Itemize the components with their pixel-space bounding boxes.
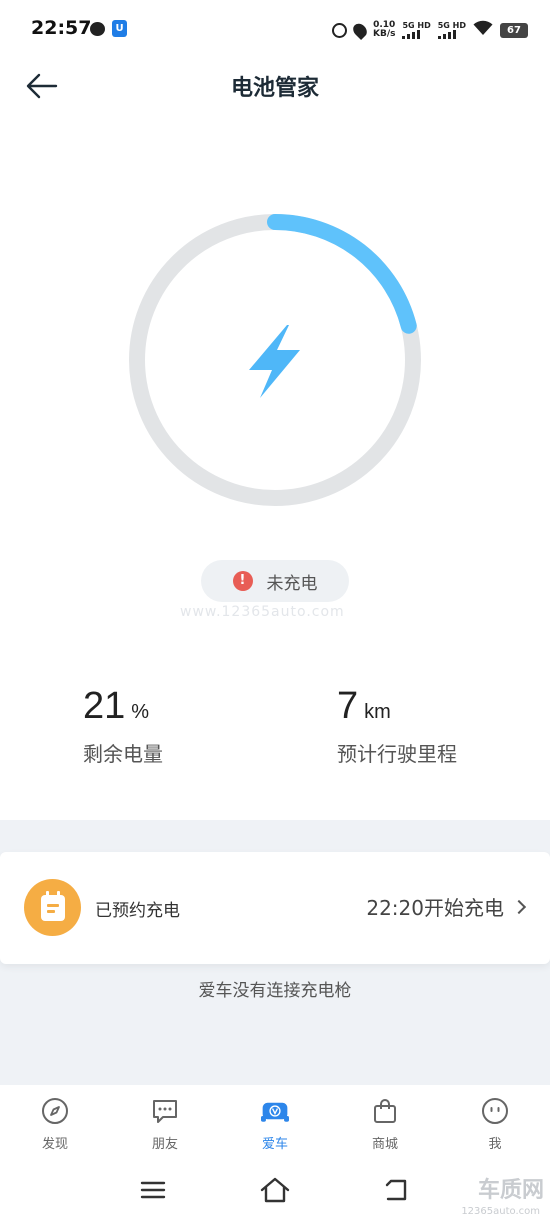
scheduled-charge-card[interactable]: 已预约充电 22:20开始充电 bbox=[0, 852, 550, 964]
nav-item-friends[interactable]: 朋友 bbox=[110, 1085, 220, 1160]
charging-status-badge: ! 未充电 bbox=[201, 560, 349, 602]
chat-dots-icon bbox=[151, 1097, 179, 1125]
back-icon[interactable] bbox=[383, 1176, 413, 1204]
signal-bars-icon bbox=[402, 30, 421, 39]
nav-label: 商城 bbox=[371, 1137, 398, 1152]
smiley-icon bbox=[481, 1097, 509, 1125]
watermark: www.12365auto.com bbox=[180, 604, 345, 620]
corner-logo: 车质网 bbox=[477, 1178, 544, 1203]
shield-app-icon: U bbox=[112, 20, 127, 37]
nav-item-me[interactable]: 我 bbox=[440, 1085, 550, 1160]
battery-ring bbox=[127, 212, 423, 508]
status-bar: 22:57 U 0.10 KB/s 5G HD 5G HD 67 bbox=[0, 0, 550, 58]
chevron-right-icon bbox=[511, 899, 527, 914]
shopping-bag-icon bbox=[371, 1097, 399, 1125]
location-icon bbox=[350, 20, 370, 40]
compass-icon bbox=[41, 1097, 69, 1125]
nav-label: 朋友 bbox=[151, 1137, 178, 1152]
car-icon bbox=[261, 1097, 289, 1125]
nav-label: 爱车 bbox=[261, 1137, 288, 1152]
signal-bars-icon bbox=[437, 30, 456, 39]
scheduled-charge-label: 已预约充电 bbox=[95, 901, 180, 921]
range-value: 7 bbox=[337, 685, 359, 727]
lightning-icon bbox=[249, 325, 300, 398]
sim1-label: 5G HD bbox=[402, 21, 431, 30]
range-unit: km bbox=[364, 701, 391, 723]
nav-item-mall[interactable]: 商城 bbox=[330, 1085, 440, 1160]
battery-percent-unit: % bbox=[131, 701, 150, 723]
sim2-signal: 5G HD bbox=[437, 21, 466, 39]
menu-icon[interactable] bbox=[139, 1176, 169, 1204]
bottom-nav: 发现 朋友 爱车 商城 我 bbox=[0, 1085, 550, 1160]
net-speed: 0.10 KB/s bbox=[373, 21, 395, 39]
sim1-signal: 5G HD bbox=[402, 21, 431, 39]
battery-stat: 21 % 剩余电量 bbox=[83, 685, 163, 767]
range-stat-label: 预计行驶里程 bbox=[337, 742, 457, 766]
sim2-label: 5G HD bbox=[437, 21, 466, 30]
scheduled-charge-time: 22:20开始充电 bbox=[366, 896, 504, 920]
nav-item-car[interactable]: 爱车 bbox=[220, 1085, 330, 1160]
calendar-icon bbox=[24, 879, 81, 936]
nav-item-discover[interactable]: 发现 bbox=[0, 1085, 110, 1160]
battery-percent-value: 21 bbox=[83, 685, 126, 727]
connection-message: 爱车没有连接充电枪 bbox=[198, 981, 352, 1001]
charging-status-label: 未充电 bbox=[266, 573, 318, 594]
wifi-icon bbox=[473, 20, 493, 40]
battery-stat-label: 剩余电量 bbox=[83, 742, 163, 766]
battery-icon: 67 bbox=[500, 22, 528, 38]
nav-label: 发现 bbox=[41, 1137, 68, 1152]
alarm-icon bbox=[331, 22, 347, 38]
page-title: 电池管家 bbox=[230, 76, 319, 101]
nav-label: 我 bbox=[488, 1137, 502, 1152]
corner-logo-sub: 12365auto.com bbox=[461, 1206, 540, 1217]
status-indicators: 0.10 KB/s 5G HD 5G HD 67 bbox=[331, 17, 528, 43]
warning-icon: ! bbox=[232, 571, 253, 591]
chat-icon bbox=[90, 22, 105, 36]
net-speed-unit: KB/s bbox=[372, 29, 396, 39]
home-icon[interactable] bbox=[259, 1176, 290, 1204]
range-stat: 7 km 预计行驶里程 bbox=[337, 685, 457, 767]
status-time: 22:57 bbox=[31, 17, 92, 39]
